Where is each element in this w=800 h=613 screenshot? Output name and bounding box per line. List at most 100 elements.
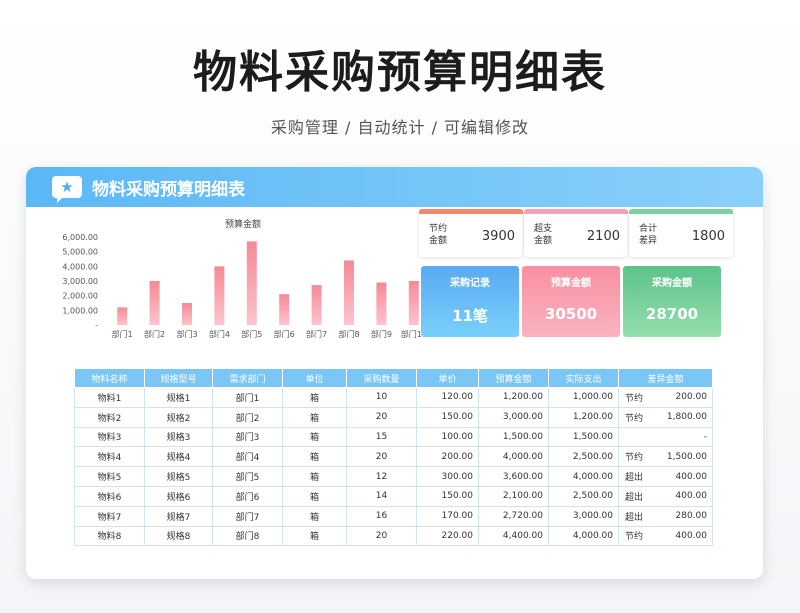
cell-unit: 箱 [282, 485, 347, 507]
summary-value: 1800 [691, 229, 725, 244]
chart-bar [408, 281, 419, 325]
summary-label: 超支 金额 [534, 224, 553, 246]
cell-qty: 15 [346, 426, 417, 448]
card-header: ★ 物料采购预算明细表 [26, 167, 763, 207]
cell-actual: 4,000.00 [548, 466, 619, 487]
chart-bar [246, 241, 257, 325]
kpi-value: 30500 [544, 305, 598, 323]
kpi-label: 采购记录 [450, 278, 490, 289]
cell-spec: 规格6 [144, 485, 213, 507]
table-header-row: 物料名称 规格型号 需求部门 单位 采购数量 单价 预算金额 实际支出 差异金额 [74, 368, 713, 388]
cell-diff-type: 超出 [618, 485, 659, 507]
cell-dept: 部门8 [212, 525, 283, 547]
x-tick-label: 部门5 [241, 329, 262, 339]
chart-bar [279, 294, 290, 325]
cell-spec: 规格2 [144, 406, 213, 428]
column-header: 采购数量 [346, 368, 417, 388]
chart-bar [344, 260, 354, 325]
cell-qty: 20 [346, 525, 417, 547]
cell-price: 120.00 [416, 387, 479, 408]
cell-qty: 20 [346, 446, 417, 468]
x-tick-label: 部门7 [306, 329, 327, 339]
x-tick-label: 部门9 [371, 329, 392, 339]
report-card: ★ 物料采购预算明细表 预算金额 - 1,000.00 2,000.00 3,000.… [26, 167, 763, 579]
cell-unit: 箱 [282, 505, 347, 527]
chart-bar [117, 307, 128, 325]
table-row: 物料1 规格1 部门1 箱 10 120.00 1,200.00 1,000.00 节约 200.… [74, 387, 713, 408]
cell-price: 200.00 [416, 446, 479, 468]
cell-budget: 2,100.00 [478, 485, 549, 507]
x-tick-label: 部门2 [144, 329, 165, 339]
table-row: 物料8 规格8 部门8 箱 20 220.00 4,400.00 4,000.00 节约 400.… [74, 525, 713, 547]
cell-price: 100.00 [416, 426, 479, 448]
table-row: 物料7 规格7 部门7 箱 16 170.00 2,720.00 3,000.00 超出 280.… [74, 505, 713, 527]
cell-budget: 2,720.00 [478, 505, 549, 527]
cell-diff-type: 节约 [618, 406, 659, 428]
cell-budget: 1,200.00 [478, 387, 549, 408]
cell-diff-type: 超出 [618, 505, 659, 527]
cell-name: 物料2 [74, 406, 145, 428]
y-tick-label: 5,000.00 [62, 248, 98, 257]
x-tick-label: 部门4 [209, 329, 230, 339]
summary-total-diff: 合计 差异 1800 [629, 209, 733, 257]
summary-label: 合计 差异 [639, 224, 658, 246]
table-row: 物料3 规格3 部门3 箱 15 100.00 1,500.00 1,500.00- [74, 426, 713, 448]
kpi-value: 28700 [645, 305, 699, 323]
cell-qty: 16 [346, 505, 417, 527]
cell-budget: 3,600.00 [478, 466, 549, 487]
x-tick-label: 部门3 [176, 329, 197, 339]
cell-diff-type: 超出 [618, 466, 659, 487]
cell-diff: 200.00 [658, 387, 713, 408]
cell-diff-type: 节约 [618, 387, 659, 408]
cell-diff-type [618, 426, 659, 448]
table-row: 物料2 规格2 部门2 箱 20 150.00 3,000.00 1,200.00 节约 1,80… [74, 406, 713, 428]
cell-price: 170.00 [416, 505, 479, 527]
cell-actual: 4,000.00 [548, 525, 619, 547]
cell-name: 物料7 [74, 505, 145, 527]
y-tick-label: 6,000.00 [62, 233, 98, 242]
cell-price: 150.00 [416, 406, 479, 428]
column-header: 物料名称 [74, 368, 145, 388]
cell-spec: 规格3 [144, 426, 213, 448]
chart-bar [214, 266, 225, 325]
cell-dept: 部门5 [212, 466, 283, 487]
cell-qty: 20 [346, 406, 417, 428]
cell-name: 物料4 [74, 446, 145, 468]
cell-spec: 规格8 [144, 525, 213, 547]
column-header: 预算金额 [478, 368, 549, 388]
cell-qty: 12 [346, 466, 417, 487]
cell-budget: 3,000.00 [478, 406, 549, 428]
y-tick-label: - [95, 321, 98, 330]
column-header: 规格型号 [144, 368, 213, 388]
cell-name: 物料1 [74, 387, 145, 408]
cell-price: 300.00 [416, 466, 479, 487]
cell-spec: 规格4 [144, 446, 213, 468]
cell-unit: 箱 [282, 525, 347, 547]
table-row: 物料4 规格4 部门4 箱 20 200.00 4,000.00 2,500.00 节约 1,50… [74, 446, 713, 468]
chart-canvas: - 1,000.00 2,000.00 3,000.00 4,000.00 5,000.0… [62, 233, 427, 339]
cell-name: 物料3 [74, 426, 145, 448]
chart-bar [311, 285, 322, 325]
cell-dept: 部门1 [212, 387, 283, 408]
cell-dept: 部门2 [212, 406, 283, 428]
cell-dept: 部门3 [212, 426, 283, 448]
kpi-label: 预算金额 [551, 278, 591, 289]
column-header: 实际支出 [548, 368, 619, 388]
cell-diff: 400.00 [658, 525, 713, 547]
page-subtitle: 采购管理 / 自动统计 / 可编辑修改 [270, 118, 530, 137]
y-tick-label: 3,000.00 [62, 277, 98, 286]
cell-dept: 部门4 [212, 446, 283, 468]
cell-unit: 箱 [282, 446, 347, 468]
card-title: 物料采购预算明细表 [92, 179, 245, 200]
x-tick-label: 部门6 [274, 329, 295, 339]
cell-name: 物料6 [74, 485, 145, 507]
y-tick-label: 2,000.00 [62, 292, 98, 301]
cell-unit: 箱 [282, 466, 347, 487]
cell-diff: 400.00 [658, 485, 713, 507]
cell-diff-type: 节约 [618, 446, 659, 468]
cell-spec: 规格5 [144, 466, 213, 487]
cell-actual: 1,000.00 [548, 387, 619, 408]
chart-bar [182, 303, 192, 325]
star-icon: ★ [52, 176, 82, 203]
column-header: 单位 [282, 368, 347, 388]
